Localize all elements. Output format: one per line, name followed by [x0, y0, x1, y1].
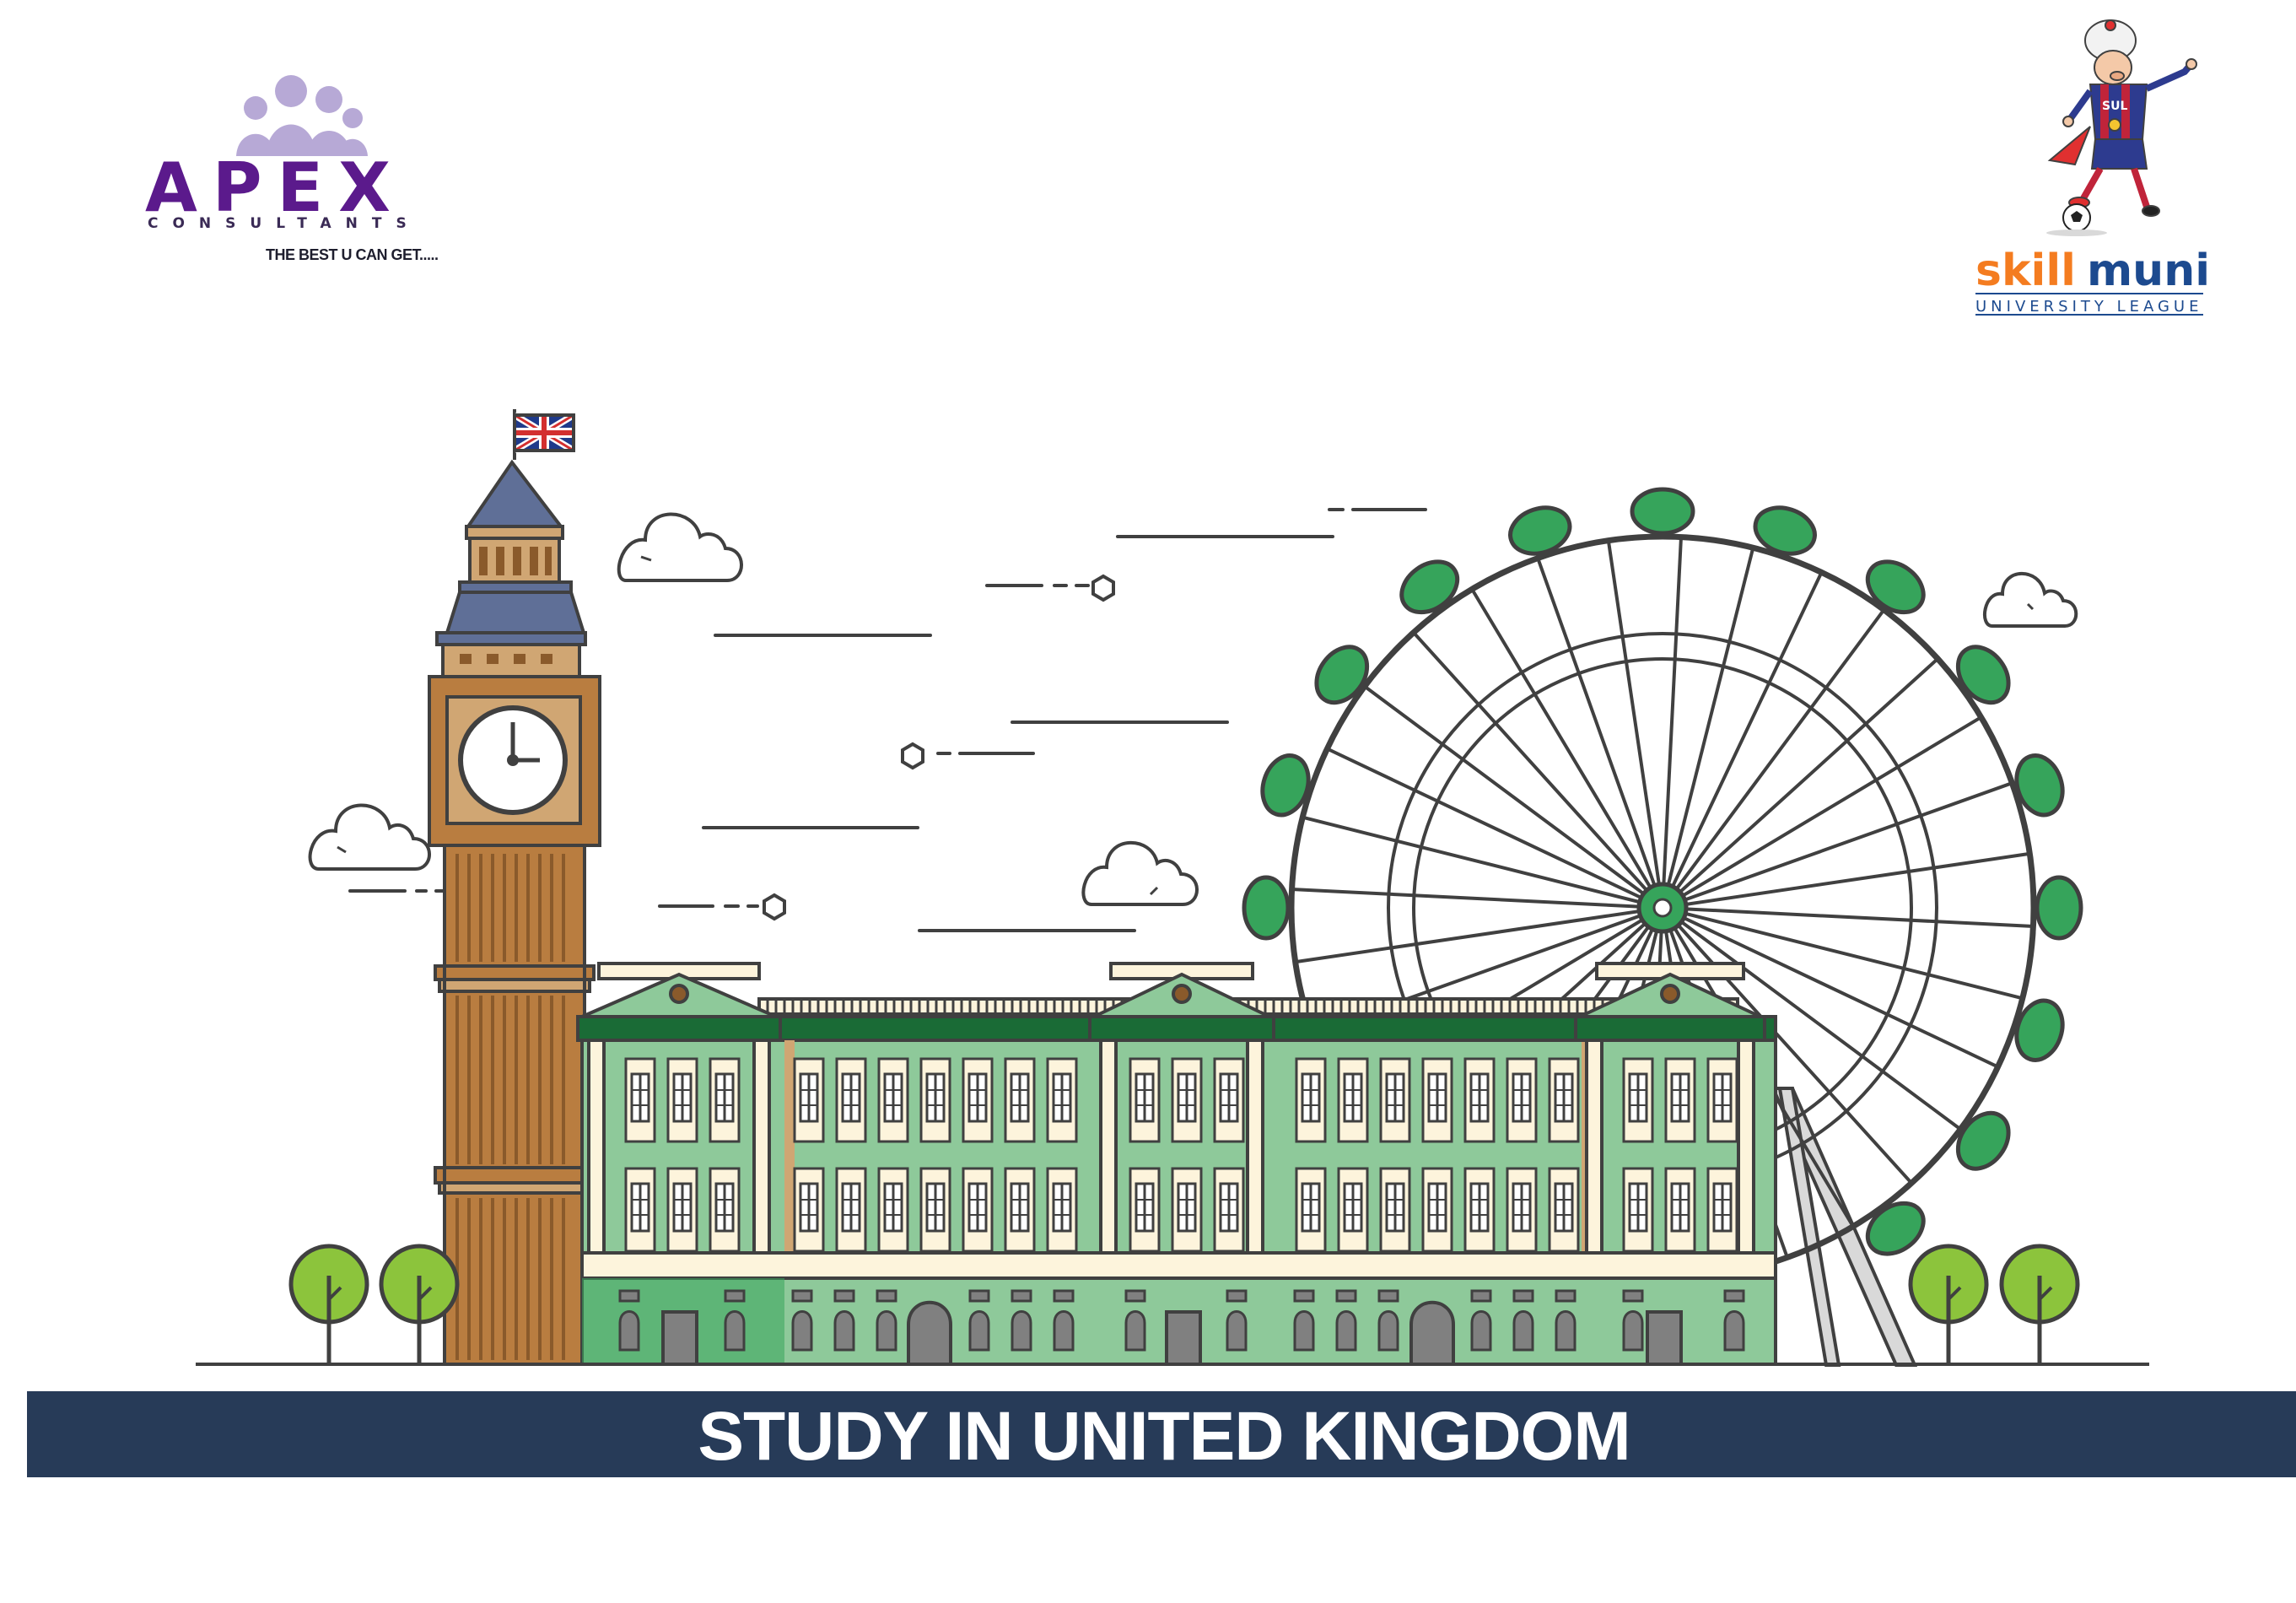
window [1337, 1057, 1369, 1143]
window [666, 1057, 698, 1143]
poster-scene: APEX CONSULTANTS THE BEST U CAN GET.....… [27, 19, 2296, 1477]
window [1004, 1167, 1036, 1253]
window [1506, 1167, 1538, 1253]
window [962, 1057, 994, 1143]
window [919, 1057, 951, 1143]
ground-window [1723, 1289, 1745, 1352]
wheel-pod [1242, 875, 1291, 941]
union-jack-flag-icon [512, 409, 576, 460]
wheel-pod [1865, 559, 1926, 615]
ground-window [1335, 1289, 1357, 1352]
window [1421, 1167, 1453, 1253]
skillmuni-subtitle: UNIVERSITY LEAGUE [1975, 298, 2202, 316]
ground-window [1555, 1289, 1576, 1352]
palace-building [576, 962, 1777, 1366]
big-ben-tower [428, 409, 601, 1366]
window [1463, 1167, 1496, 1253]
window [1004, 1057, 1036, 1143]
window [1295, 1167, 1327, 1253]
wheel-pod [1865, 1201, 1926, 1256]
window [1463, 1057, 1496, 1143]
window [666, 1167, 698, 1253]
mascot-shirt-text: SUL [2102, 100, 2127, 113]
window [1664, 1057, 1696, 1143]
soccer-ball-icon [2046, 203, 2107, 236]
people-silhouette-icon [236, 75, 368, 156]
window [1213, 1057, 1245, 1143]
ground-window [968, 1289, 990, 1352]
window [1506, 1057, 1538, 1143]
wheel-pod [1630, 487, 1695, 536]
cloud-icon [1081, 840, 1199, 906]
ground-window [1622, 1289, 1644, 1352]
window [793, 1057, 825, 1143]
window [1379, 1167, 1411, 1253]
cloud-icon [308, 803, 431, 871]
tree-icon [1908, 1244, 1989, 1364]
window [1171, 1057, 1203, 1143]
window [1706, 1057, 1738, 1143]
window [1548, 1057, 1580, 1143]
tree-icon [288, 1244, 369, 1364]
window [1046, 1057, 1078, 1143]
window [1622, 1167, 1654, 1253]
window [624, 1167, 656, 1253]
ground-window [1011, 1289, 1032, 1352]
title-banner: STUDY IN UNITED KINGDOM [27, 1391, 2296, 1477]
window [1421, 1057, 1453, 1143]
window [835, 1057, 867, 1143]
tree-icon [1999, 1244, 2080, 1364]
window [709, 1167, 741, 1253]
ground-window [1226, 1289, 1248, 1352]
window [1706, 1167, 1738, 1253]
ground-window [724, 1289, 746, 1352]
skillmuni-brand-skill: skill [1975, 246, 2076, 296]
wheel-pod [1955, 1110, 2011, 1171]
window [793, 1167, 825, 1253]
mascot-icon: SUL [2047, 19, 2197, 217]
ground-window [1512, 1289, 1534, 1352]
skillmuni-logo: SUL skill muni UNIVERSITY LEAGUE [1975, 19, 2210, 316]
ground-window [1293, 1289, 1315, 1352]
ground-window [1053, 1289, 1075, 1352]
ground-window [876, 1289, 897, 1352]
clock-icon [458, 705, 568, 815]
window [962, 1167, 994, 1253]
wheel-pod [2035, 875, 2083, 941]
ground-window [1470, 1289, 1492, 1352]
window [877, 1057, 909, 1143]
ground-window [1124, 1289, 1146, 1352]
cloud-icon [617, 512, 743, 582]
wheel-pod [1399, 559, 1460, 615]
apex-logo: APEX CONSULTANTS THE BEST U CAN GET..... [145, 75, 439, 263]
banner-title: STUDY IN UNITED KINGDOM [698, 1398, 1630, 1475]
window [1622, 1057, 1654, 1143]
window [1046, 1167, 1078, 1253]
window [1295, 1057, 1327, 1143]
window [624, 1057, 656, 1143]
ground-window [791, 1289, 813, 1352]
wheel-pod [1955, 645, 2011, 705]
window [1129, 1167, 1161, 1253]
window [1337, 1167, 1369, 1253]
window [1548, 1167, 1580, 1253]
window [1171, 1167, 1203, 1253]
window [709, 1057, 741, 1143]
window [919, 1167, 951, 1253]
ground-window [1377, 1289, 1399, 1352]
apex-subtitle: CONSULTANTS [148, 215, 421, 232]
apex-tagline: THE BEST U CAN GET..... [266, 246, 439, 263]
window [1129, 1057, 1161, 1143]
window [835, 1167, 867, 1253]
skillmuni-brand-muni: muni [2087, 246, 2210, 296]
ground-window [618, 1289, 640, 1352]
window [1213, 1167, 1245, 1253]
ground-window [833, 1289, 855, 1352]
wheel-pod [1314, 645, 1370, 705]
window [1379, 1057, 1411, 1143]
window [1664, 1167, 1696, 1253]
window [877, 1167, 909, 1253]
cloud-icon [1983, 572, 2078, 628]
